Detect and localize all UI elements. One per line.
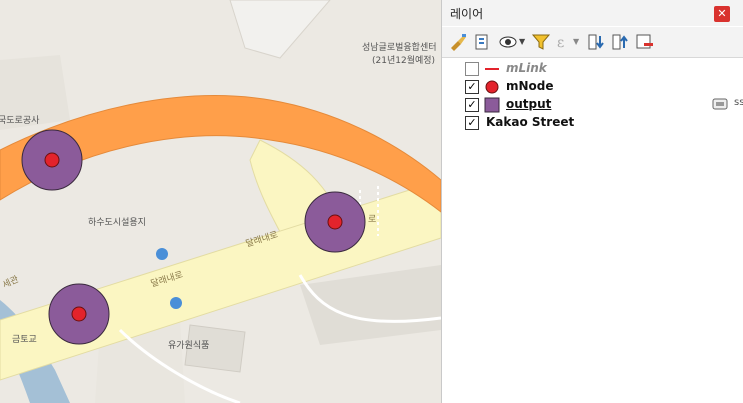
map-label-place: 성남글로벌융합센터 [362, 43, 437, 53]
layer-item-mlink[interactable]: mLink [442, 60, 743, 78]
map-label-note: (21년12월예정) [372, 56, 436, 66]
map-canvas[interactable]: 성남글로벌융합센터 (21년12월예정) 국도로공사 하수도시설용지 유가원식품… [0, 0, 441, 403]
layer-checkbox[interactable]: ✓ [465, 98, 479, 112]
map-label-place: 국도로공사 [0, 116, 40, 126]
layers-panel: 레이어 ✕ ▼ ε ▼ mLink ✓ mNode ✓ output ✓ Kak… [441, 0, 743, 403]
line-symbol-icon [485, 68, 499, 70]
layer-checkbox[interactable]: ✓ [465, 80, 479, 94]
memory-layer-icon[interactable] [712, 97, 728, 111]
map-label-place: 유가원식품 [168, 341, 210, 351]
layers-toolbar: ▼ ε ▼ [442, 27, 743, 58]
remove-layer-icon[interactable] [634, 32, 654, 52]
output-node-3 [48, 283, 110, 345]
bus-stop-icon [156, 248, 168, 260]
map-label-bridge: 금토교 [12, 335, 37, 345]
panel-title-bar[interactable]: 레이어 ✕ [442, 0, 743, 26]
layer-checkbox[interactable]: ✓ [465, 116, 479, 130]
layer-name: output [506, 97, 552, 111]
output-node-1 [21, 129, 83, 191]
road-label: 로 [368, 215, 377, 225]
filter-expression-icon[interactable]: ε [554, 32, 574, 52]
bus-stop-icon [170, 297, 182, 309]
layer-name: Kakao Street [486, 115, 575, 129]
svg-text:ε: ε [557, 35, 564, 51]
polygon-symbol-icon [484, 97, 500, 113]
layer-item-kakao-street[interactable]: ✓ Kakao Street [442, 114, 743, 132]
chevron-down-icon[interactable]: ▼ [519, 37, 525, 46]
chevron-down-icon[interactable]: ▼ [573, 37, 579, 46]
style-manager-icon[interactable] [448, 32, 468, 52]
map-label-place: 하수도시설용지 [88, 218, 146, 228]
filter-legend-icon[interactable] [531, 32, 551, 52]
add-group-icon[interactable] [472, 32, 492, 52]
layer-checkbox[interactable] [465, 62, 479, 76]
layer-item-output[interactable]: ✓ output [442, 96, 743, 114]
point-symbol-icon [485, 80, 499, 94]
layer-item-mnode[interactable]: ✓ mNode [442, 78, 743, 96]
layer-name: mNode [506, 79, 554, 93]
visibility-icon[interactable] [498, 32, 518, 52]
expand-all-icon[interactable] [586, 32, 606, 52]
output-node-2 [304, 191, 366, 253]
layer-name: mLink [506, 61, 547, 75]
truncated-text: ss [734, 97, 743, 108]
collapse-all-icon[interactable] [610, 32, 630, 52]
panel-title: 레이어 [450, 7, 484, 21]
close-icon[interactable]: ✕ [714, 6, 730, 22]
